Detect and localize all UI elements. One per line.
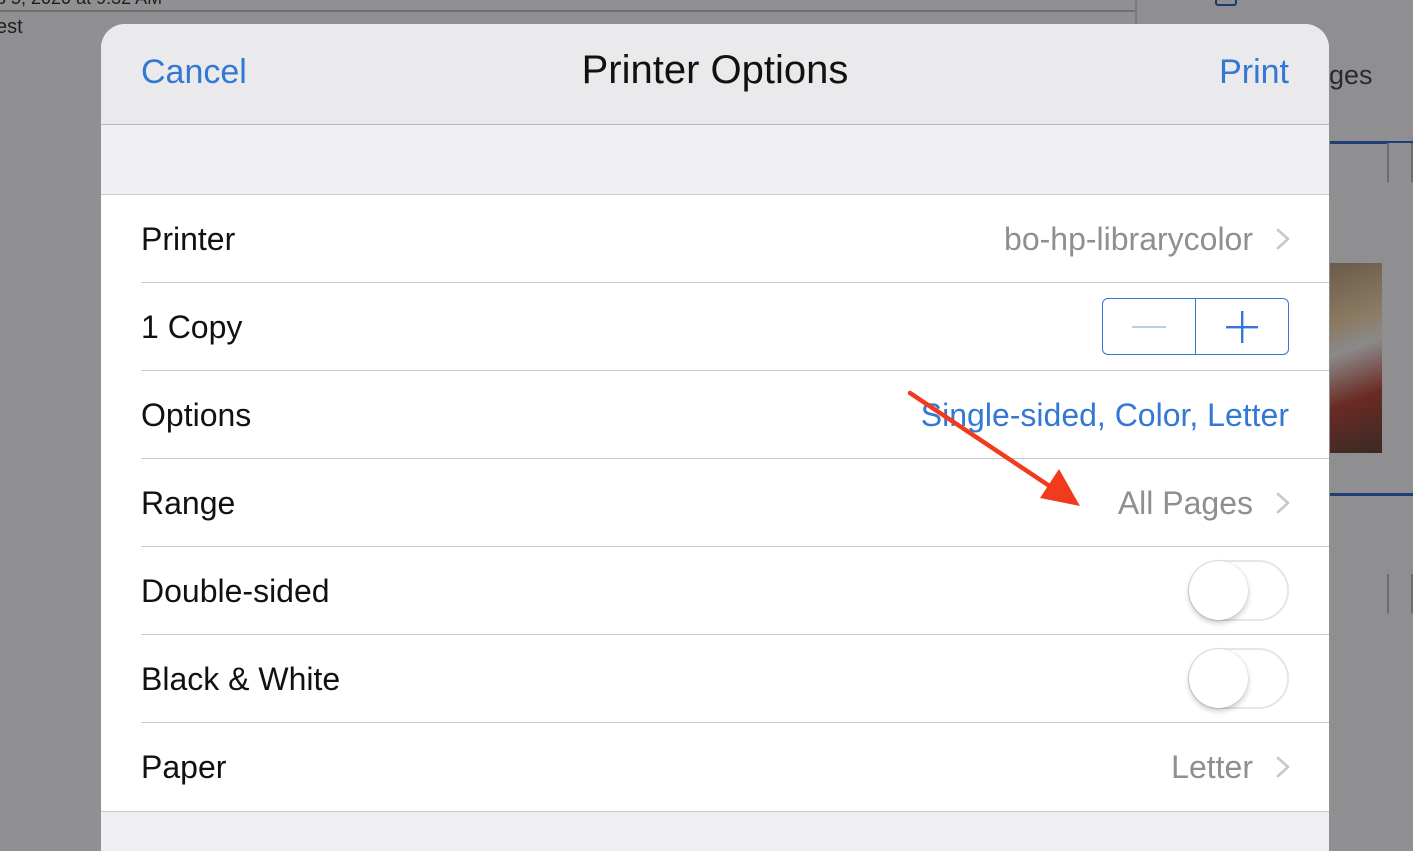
black-white-toggle[interactable] (1188, 648, 1289, 709)
increment-button[interactable] (1195, 299, 1288, 354)
plus-icon (1226, 310, 1258, 343)
range-row[interactable]: Range All Pages (141, 459, 1329, 547)
paper-value: Letter (1171, 749, 1253, 785)
chevron-right-icon (1276, 756, 1290, 778)
paper-row[interactable]: Paper Letter (141, 723, 1329, 811)
bookmark-icon (1387, 143, 1413, 183)
decrement-button[interactable] (1103, 299, 1195, 354)
options-label: Options (141, 397, 252, 433)
black-white-label: Black & White (141, 661, 341, 697)
printer-row[interactable]: Printer bo-hp-librarycolor (141, 195, 1329, 283)
background-sidebar-icon (1215, 0, 1237, 6)
page-title: Printer Options (581, 48, 849, 92)
navigation-bar: Cancel Printer Options Print (101, 24, 1329, 125)
double-sided-label: Double-sided (141, 573, 330, 609)
printer-label: Printer (141, 221, 236, 257)
options-value[interactable]: Single-sided, Color, Letter (921, 397, 1289, 434)
double-sided-row: Double-sided (141, 547, 1329, 635)
paper-label: Paper (141, 749, 227, 785)
chevron-right-icon (1276, 228, 1290, 250)
background-divider (0, 10, 1135, 12)
background-sidebar-label: ges (1329, 60, 1373, 90)
print-button[interactable]: Print (1219, 53, 1289, 92)
toggle-knob (1189, 561, 1248, 620)
double-sided-toggle[interactable] (1188, 560, 1289, 621)
copies-stepper[interactable] (1102, 298, 1289, 355)
background-date-text: b 5, 2020 at 9:32 AM (0, 0, 162, 9)
background-text: est (0, 16, 23, 38)
chevron-right-icon (1276, 492, 1290, 514)
copies-label: 1 Copy (141, 309, 243, 345)
black-white-row: Black & White (141, 635, 1329, 723)
minus-icon (1132, 325, 1166, 328)
background-blue-line (1330, 493, 1413, 496)
printer-value: bo-hp-librarycolor (1004, 221, 1253, 257)
copies-row: 1 Copy (141, 283, 1329, 371)
background-thumbnail-image (1330, 263, 1382, 453)
toggle-knob (1189, 649, 1248, 708)
printer-options-list: Printer bo-hp-librarycolor 1 Copy Option… (101, 194, 1329, 812)
range-label: Range (141, 485, 236, 521)
printer-options-popover: Cancel Printer Options Print Printer bo-… (101, 24, 1329, 851)
options-row[interactable]: Options Single-sided, Color, Letter (141, 371, 1329, 459)
range-value: All Pages (1117, 485, 1253, 521)
bookmark-icon (1387, 574, 1413, 614)
